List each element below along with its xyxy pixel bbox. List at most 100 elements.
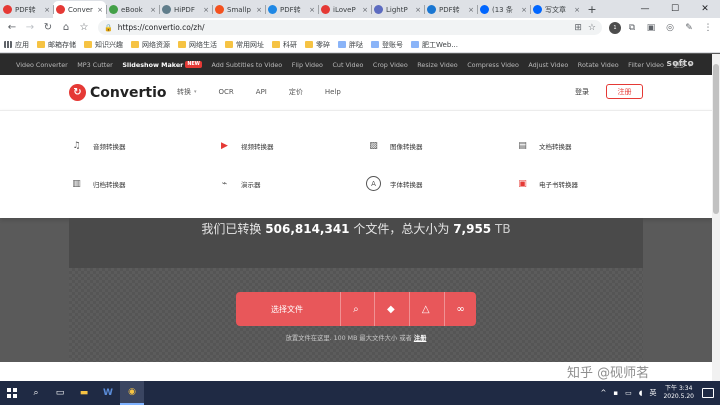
bookmark-item[interactable]: 常用网址 bbox=[225, 40, 264, 50]
star-icon[interactable]: ☆ bbox=[588, 23, 596, 33]
softo-logo[interactable]: softo bbox=[667, 59, 694, 69]
edit-extension-icon[interactable]: ✎ bbox=[681, 20, 697, 36]
bookmark-item[interactable]: 零碎 bbox=[305, 40, 330, 50]
network-icon[interactable]: ▭ bbox=[625, 389, 632, 397]
bookmark-item[interactable]: 知识兴趣 bbox=[84, 40, 123, 50]
scrollbar-thumb[interactable] bbox=[713, 64, 719, 214]
home-icon[interactable]: ⌂ bbox=[58, 20, 74, 36]
bookmark-star-icon[interactable]: ☆ bbox=[76, 20, 92, 36]
browser-tab[interactable]: HiPDF × bbox=[159, 1, 212, 18]
converter-link[interactable]: ▶ 视频转换器 bbox=[217, 138, 273, 153]
tool-link[interactable]: MP3 Cutter bbox=[77, 61, 113, 69]
close-window-button[interactable]: ✕ bbox=[690, 0, 720, 18]
chrome-icon[interactable]: ◉ bbox=[120, 381, 144, 405]
login-link[interactable]: 登录 bbox=[575, 87, 589, 97]
tab-close-icon[interactable]: × bbox=[97, 6, 103, 14]
tool-link[interactable]: Filter Video bbox=[628, 61, 664, 69]
bookmark-item[interactable]: 网络资源 bbox=[131, 40, 170, 50]
dropbox-icon[interactable]: ◆ bbox=[375, 292, 406, 326]
reload-button[interactable]: ↻ bbox=[40, 20, 56, 36]
tab-close-icon[interactable]: × bbox=[362, 6, 368, 14]
converter-link[interactable]: A 字体转换器 bbox=[366, 176, 423, 191]
tab-close-icon[interactable]: × bbox=[574, 6, 580, 14]
address-bar[interactable]: 🔒 https://convertio.co/zh/ ⊞ ☆ bbox=[98, 20, 602, 35]
tab-close-icon[interactable]: × bbox=[521, 6, 527, 14]
bookmark-item[interactable]: 胖哒 bbox=[338, 40, 363, 50]
search-icon[interactable]: ⌕ bbox=[24, 381, 48, 405]
tool-link[interactable]: Slideshow Maker NEW bbox=[122, 61, 202, 69]
folder-search-icon[interactable]: ⌕ bbox=[341, 292, 372, 326]
register-button[interactable]: 注册 bbox=[606, 84, 643, 99]
cast-icon[interactable]: ◎ bbox=[662, 20, 678, 36]
browser-tab[interactable]: Smallp × bbox=[212, 1, 265, 18]
nav-item[interactable]: 转换 ▾ bbox=[177, 87, 197, 97]
tab-close-icon[interactable]: × bbox=[309, 6, 315, 14]
nav-item[interactable]: 定价 bbox=[289, 87, 303, 97]
nav-item[interactable]: OCR bbox=[219, 87, 234, 97]
choose-file-button[interactable]: 选择文件 bbox=[271, 304, 337, 315]
url-text[interactable]: https://convertio.co/zh/ bbox=[118, 23, 569, 32]
minimize-button[interactable]: — bbox=[630, 0, 660, 18]
new-tab-button[interactable]: + bbox=[583, 1, 601, 18]
translate-icon[interactable]: ⊞ bbox=[574, 23, 582, 33]
browser-tab[interactable]: iLoveP × bbox=[318, 1, 371, 18]
forward-button[interactable]: → bbox=[22, 20, 38, 36]
ime-indicator[interactable]: 英 bbox=[649, 388, 656, 398]
browser-tab[interactable]: (13 条 × bbox=[477, 1, 530, 18]
tool-link[interactable]: Cut Video bbox=[332, 61, 363, 69]
tray-up-arrow-icon[interactable]: ^ bbox=[601, 389, 607, 397]
bookmark-item[interactable]: 科研 bbox=[272, 40, 297, 50]
nav-item[interactable]: API bbox=[256, 87, 267, 97]
bookmark-item[interactable]: 应用 bbox=[4, 40, 29, 50]
tool-link[interactable]: Add Subtitles to Video bbox=[211, 61, 282, 69]
nav-item[interactable]: Help bbox=[325, 87, 341, 97]
converter-link[interactable]: ▥ 归档转换器 bbox=[69, 176, 125, 191]
converter-link[interactable]: ♫ 音频转换器 bbox=[69, 138, 125, 153]
page-scrollbar[interactable] bbox=[712, 54, 720, 381]
google-drive-icon[interactable]: △ bbox=[410, 292, 441, 326]
menu-kebab-icon[interactable]: ⋮ bbox=[700, 20, 716, 36]
bookmark-item[interactable]: 邮箱存储 bbox=[37, 40, 76, 50]
browser-tab[interactable]: 写文章 × bbox=[530, 1, 583, 18]
screenshot-extension-icon[interactable]: ⧉ bbox=[624, 20, 640, 36]
tool-link[interactable]: Adjust Video bbox=[528, 61, 568, 69]
task-view-icon[interactable]: ▭ bbox=[48, 381, 72, 405]
browser-tab[interactable]: PDF转 × bbox=[265, 1, 318, 18]
file-explorer-icon[interactable]: ▬ bbox=[72, 381, 96, 405]
browser-tab[interactable]: Conver × bbox=[53, 1, 106, 18]
tab-close-icon[interactable]: × bbox=[44, 6, 50, 14]
bookmark-item[interactable]: 肥工Web... bbox=[411, 40, 458, 50]
tab-close-icon[interactable]: × bbox=[256, 6, 262, 14]
maximize-button[interactable]: ☐ bbox=[660, 0, 690, 18]
back-button[interactable]: ← bbox=[4, 20, 20, 36]
convertio-logo[interactable]: ↻ Convertio bbox=[69, 84, 167, 101]
bookmark-item[interactable]: 登账号 bbox=[371, 40, 403, 50]
link-icon[interactable]: ∞ bbox=[445, 292, 476, 326]
browser-tab[interactable]: LightP × bbox=[371, 1, 424, 18]
tool-link[interactable]: Resize Video bbox=[417, 61, 457, 69]
volume-icon[interactable]: ◖ bbox=[639, 389, 643, 397]
start-button[interactable] bbox=[0, 381, 24, 405]
tab-close-icon[interactable]: × bbox=[150, 6, 156, 14]
extension-badge-icon[interactable]: 1 bbox=[609, 21, 621, 34]
browser-tab[interactable]: PDF转 × bbox=[0, 1, 53, 18]
browser-tab[interactable]: eBook × bbox=[106, 1, 159, 18]
converter-link[interactable]: ⌁ 演示器 bbox=[217, 176, 261, 191]
tool-link[interactable]: Compress Video bbox=[467, 61, 519, 69]
notifications-icon[interactable] bbox=[702, 388, 714, 398]
word-icon[interactable]: W bbox=[96, 381, 120, 405]
pdf-extension-icon[interactable]: ▣ bbox=[643, 20, 659, 36]
converter-link[interactable]: ▤ 文档转换器 bbox=[515, 138, 571, 153]
tab-close-icon[interactable]: × bbox=[468, 6, 474, 14]
converter-link[interactable]: ▣ 电子书转换器 bbox=[515, 176, 578, 191]
taskbar-clock[interactable]: 下午 3:34 2020.5.20 bbox=[663, 385, 694, 401]
converter-link[interactable]: ▨ 图像转换器 bbox=[366, 138, 422, 153]
tool-link[interactable]: Rotate Video bbox=[578, 61, 619, 69]
bookmark-item[interactable]: 网络生活 bbox=[178, 40, 217, 50]
tab-close-icon[interactable]: × bbox=[415, 6, 421, 14]
tool-link[interactable]: Flip Video bbox=[292, 61, 323, 69]
tool-link[interactable]: Crop Video bbox=[373, 61, 408, 69]
drop-register-link[interactable]: 注册 bbox=[414, 335, 427, 342]
tab-close-icon[interactable]: × bbox=[203, 6, 209, 14]
tray-app-icon[interactable]: ▪ bbox=[613, 389, 618, 397]
